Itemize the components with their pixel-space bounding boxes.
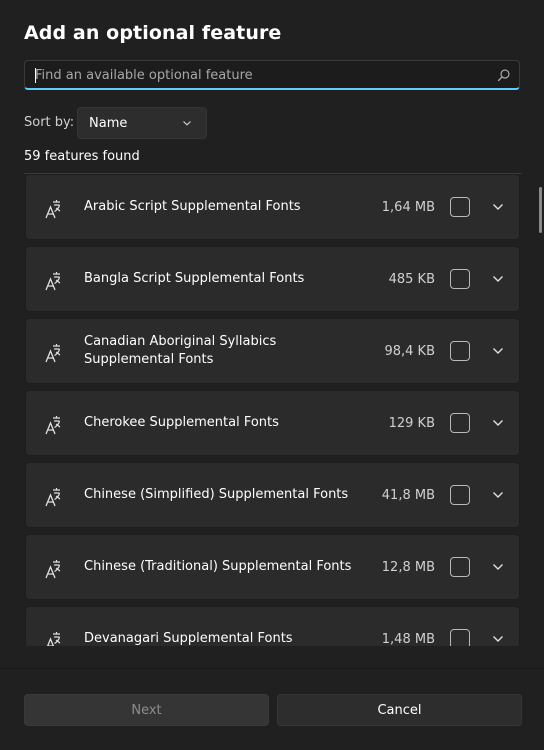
feature-checkbox[interactable] [450, 485, 470, 505]
feature-size: 485 KB [388, 271, 435, 287]
chevron-down-icon[interactable] [492, 635, 504, 643]
chevron-down-icon[interactable] [492, 491, 504, 499]
feature-checkbox[interactable] [450, 269, 470, 289]
list-scrollbar[interactable] [539, 187, 542, 233]
feature-list[interactable]: Arabic Script Supplemental Fonts 1,64 MB… [24, 173, 522, 646]
feature-name: Cherokee Supplemental Fonts [84, 415, 279, 430]
sort-dropdown[interactable]: Name [77, 107, 207, 139]
font-feature-icon [46, 632, 61, 646]
chevron-down-icon[interactable] [492, 563, 504, 571]
feature-checkbox[interactable] [450, 197, 470, 217]
feature-name: Arabic Script Supplemental Fonts [84, 199, 301, 214]
feature-size: 12,8 MB [381, 559, 435, 575]
feature-size: 129 KB [388, 415, 435, 431]
font-feature-icon [45, 488, 61, 507]
chevron-down-icon[interactable] [492, 203, 504, 211]
feature-name: Chinese (Traditional) Supplemental Fonts [84, 559, 352, 574]
feature-row-canadian-aboriginal[interactable]: Canadian Aboriginal Syllabics Supplement… [25, 318, 520, 384]
next-button[interactable]: Next [24, 694, 269, 726]
feature-name: Devanagari Supplemental Fonts [84, 631, 293, 646]
feature-name: Bangla Script Supplemental Fonts [84, 271, 305, 286]
feature-row-cherokee[interactable]: Cherokee Supplemental Fonts 129 KB [25, 390, 520, 456]
feature-size: 41,8 MB [381, 487, 435, 503]
font-feature-icon [45, 416, 61, 435]
feature-size: 98,4 KB [384, 343, 435, 359]
result-count: 59 features found [24, 149, 140, 164]
chevron-down-icon[interactable] [492, 419, 504, 427]
feature-size: 1,48 MB [381, 631, 435, 647]
feature-name: Chinese (Simplified) Supplemental Fonts [84, 487, 349, 502]
font-feature-icon [45, 560, 61, 579]
sort-label: Sort by: [24, 115, 75, 130]
chevron-down-icon[interactable] [492, 347, 504, 355]
optional-feature-dialog: Add an optional feature Sort by: Name 59… [0, 0, 544, 750]
feature-row-devanagari[interactable]: Devanagari Supplemental Fonts 1,48 MB [25, 606, 520, 646]
feature-checkbox[interactable] [450, 557, 470, 577]
chevron-down-icon [183, 121, 191, 126]
feature-checkbox[interactable] [450, 413, 470, 433]
feature-row-bangla[interactable]: Bangla Script Supplemental Fonts 485 KB [25, 246, 520, 312]
feature-checkbox[interactable] [450, 341, 470, 361]
sort-selected-value: Name [89, 116, 128, 131]
font-feature-icon [45, 200, 61, 219]
search-box[interactable] [24, 60, 520, 90]
dialog-title: Add an optional feature [24, 22, 282, 44]
chevron-down-icon[interactable] [492, 275, 504, 283]
font-feature-icon [45, 272, 61, 291]
search-icon[interactable] [497, 68, 511, 82]
feature-row-chinese-traditional[interactable]: Chinese (Traditional) Supplemental Fonts… [25, 534, 520, 600]
cancel-button[interactable]: Cancel [277, 694, 522, 726]
feature-size: 1,64 MB [381, 199, 435, 215]
feature-checkbox[interactable] [450, 629, 470, 646]
text-caret [35, 68, 36, 83]
search-input[interactable] [35, 61, 485, 89]
feature-name: Canadian Aboriginal Syllabics Supplement… [84, 334, 277, 367]
font-feature-icon [45, 344, 61, 363]
feature-row-arabic[interactable]: Arabic Script Supplemental Fonts 1,64 MB [25, 174, 520, 240]
feature-row-chinese-simplified[interactable]: Chinese (Simplified) Supplemental Fonts … [25, 462, 520, 528]
